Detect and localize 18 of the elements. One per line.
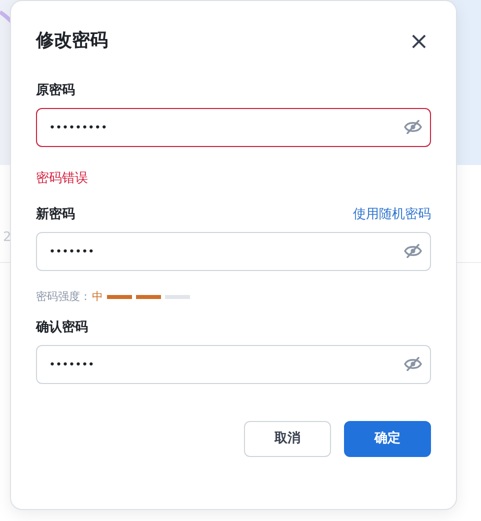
dialog-title: 修改密码	[36, 29, 108, 53]
close-button[interactable]: ×	[408, 29, 429, 53]
eye-off-icon[interactable]	[404, 244, 422, 258]
background-text: 2	[3, 229, 12, 247]
eye-off-icon[interactable]	[404, 120, 422, 134]
random-password-link[interactable]: 使用随机密码	[353, 205, 431, 225]
field-label: 确认密码	[36, 318, 88, 338]
cancel-button[interactable]: 取消	[244, 421, 331, 457]
error-message: 密码错误	[36, 171, 88, 186]
confirm-button[interactable]: 确定	[344, 421, 431, 457]
strength-value: 中	[92, 288, 103, 305]
password-field[interactable]: •••••••	[36, 345, 431, 384]
field-label: 新密码	[36, 206, 75, 224]
strength-label: 密码强度：	[36, 288, 91, 305]
password-field[interactable]: •••••••	[36, 232, 431, 271]
field-label: 原密码	[36, 82, 75, 100]
password-field[interactable]: •••••••••	[36, 108, 431, 147]
eye-off-icon[interactable]	[404, 357, 422, 371]
